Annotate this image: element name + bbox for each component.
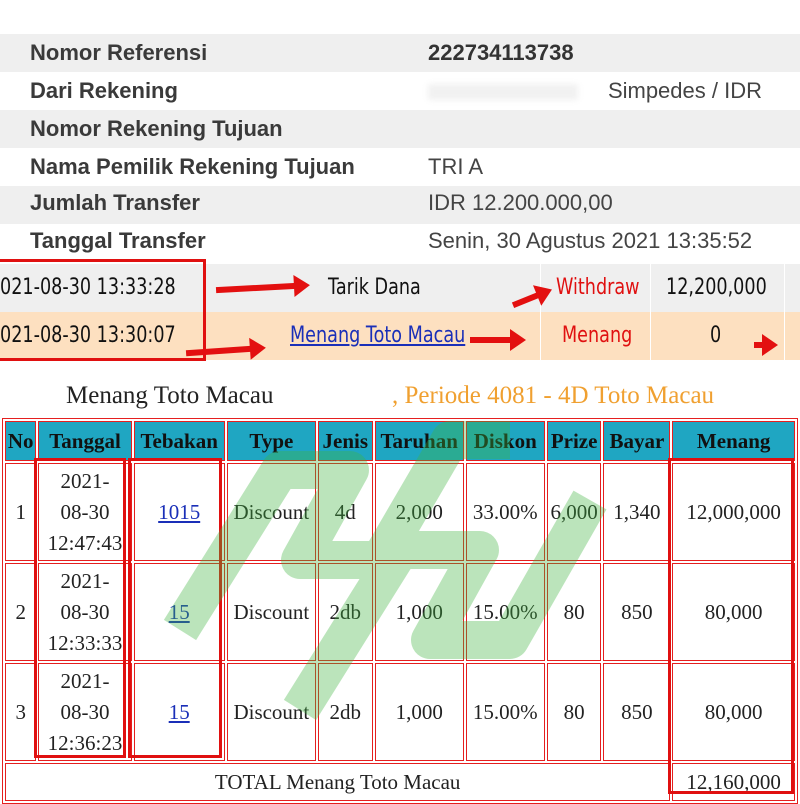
- redacted-account-number: [428, 84, 578, 100]
- bet-table-header-row: No Tanggal Tebakan Type Jenis Taruhan Di…: [5, 421, 795, 461]
- destination-account-label: Nomor Rekening Tujuan: [30, 116, 283, 141]
- column-header-tebakan: Tebakan: [133, 421, 225, 461]
- receipt-row-date: Tanggal Transfer Senin, 30 Agustus 2021 …: [0, 222, 800, 260]
- row-no: 3: [5, 663, 37, 761]
- bet-table-period: , Periode 4081 - 4D Toto Macau: [392, 382, 715, 409]
- row-jenis: 2db: [317, 663, 373, 761]
- tx-description-link[interactable]: Menang Toto Macau: [290, 312, 465, 360]
- date-value: Senin, 30 Agustus 2021 13:35:52: [428, 228, 753, 253]
- date-column-highlight-box: [34, 458, 126, 758]
- column-header-bayar: Bayar: [603, 421, 671, 461]
- tx-amount: 12,200,000: [666, 275, 767, 300]
- column-header-type: Type: [226, 421, 316, 461]
- receipt-row-amount: Jumlah Transfer IDR 12.200.000,00: [0, 186, 800, 224]
- row-bet: 1,000: [374, 663, 464, 761]
- column-header-tanggal: Tanggal: [38, 421, 132, 461]
- row-prize: 6,000: [546, 463, 602, 561]
- transfer-receipt: Nomor Referensi 222734113738 Dari Rekeni…: [0, 0, 800, 262]
- reference-value: 222734113738: [428, 40, 574, 65]
- guess-column-highlight-box: [128, 458, 222, 758]
- bet-table-title: Menang Toto Macau: [66, 382, 274, 409]
- tx-status: Withdraw: [556, 275, 640, 300]
- row-discount: 15.00%: [465, 663, 545, 761]
- column-header-no: No: [5, 421, 37, 461]
- tx-status: Menang: [562, 323, 633, 348]
- tx-amount: 0: [710, 323, 722, 348]
- arrow-icon: [754, 334, 778, 356]
- destination-owner-label: Nama Pemilik Rekening Tujuan: [30, 154, 355, 179]
- row-jenis: 4d: [317, 463, 373, 561]
- row-pay: 850: [603, 663, 671, 761]
- datetime-highlight-box: [0, 259, 206, 361]
- column-header-taruhan: Taruhan: [374, 421, 464, 461]
- row-prize: 80: [546, 563, 602, 661]
- row-type: Discount: [226, 563, 316, 661]
- row-bet: 2,000: [374, 463, 464, 561]
- row-bet: 1,000: [374, 563, 464, 661]
- amount-value: IDR 12.200.000,00: [428, 190, 613, 215]
- amount-label: Jumlah Transfer: [30, 190, 200, 215]
- row-discount: 33.00%: [465, 463, 545, 561]
- row-jenis: 2db: [317, 563, 373, 661]
- column-header-prize: Prize: [546, 421, 602, 461]
- receipt-row-destination-owner: Nama Pemilik Rekening Tujuan TRI A: [0, 148, 800, 186]
- row-discount: 15.00%: [465, 563, 545, 661]
- row-pay: 850: [603, 563, 671, 661]
- row-prize: 80: [546, 663, 602, 761]
- column-header-menang: Menang: [672, 421, 795, 461]
- row-type: Discount: [226, 663, 316, 761]
- arrow-icon: [470, 329, 526, 351]
- row-pay: 1,340: [603, 463, 671, 561]
- source-account-label: Dari Rekening: [30, 78, 178, 103]
- column-header-jenis: Jenis: [317, 421, 373, 461]
- win-column-highlight-box: [668, 458, 794, 794]
- row-no: 2: [5, 563, 37, 661]
- column-header-diskon: Diskon: [465, 421, 545, 461]
- source-account-value: Simpedes / IDR: [607, 78, 762, 103]
- receipt-row-reference: Nomor Referensi 222734113738: [0, 34, 800, 72]
- date-label: Tanggal Transfer: [30, 228, 206, 253]
- receipt-row-destination-account: Nomor Rekening Tujuan: [0, 110, 800, 148]
- total-label: TOTAL Menang Toto Macau: [5, 763, 671, 801]
- tx-description: Tarik Dana: [328, 275, 421, 300]
- reference-label: Nomor Referensi: [30, 40, 208, 65]
- row-no: 1: [5, 463, 37, 561]
- receipt-row-source-account: Dari Rekening Simpedes / IDR: [0, 72, 800, 110]
- row-type: Discount: [226, 463, 316, 561]
- destination-owner-value: TRI A: [428, 154, 484, 179]
- bet-table-heading: Menang Toto Macau , Periode 4081 - 4D To…: [0, 368, 800, 418]
